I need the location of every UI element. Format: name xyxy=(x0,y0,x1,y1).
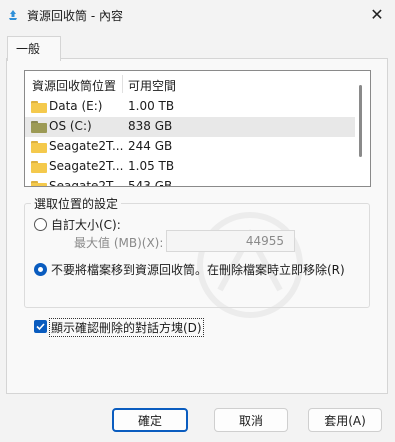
column-header-location[interactable]: 資源回收筒位置 xyxy=(32,77,116,94)
ok-button[interactable]: 確定 xyxy=(112,408,188,432)
max-size-input[interactable]: 44955 xyxy=(166,230,295,252)
confirm-delete-label[interactable]: 顯示確認刪除的對話方塊(D) xyxy=(49,318,204,337)
folder-icon xyxy=(31,121,47,133)
max-size-label: 最大值 (MB)(X): xyxy=(74,236,164,250)
window-title: 資源回收筒 - 內容 xyxy=(27,9,123,23)
checkmark-icon xyxy=(36,323,45,331)
folder-icon xyxy=(31,141,47,153)
drive-name: Data (E:) xyxy=(49,99,103,113)
max-size-value: 44955 xyxy=(245,234,284,248)
close-icon: ✕ xyxy=(370,4,384,24)
confirm-delete-checkbox[interactable] xyxy=(34,320,47,333)
list-item[interactable]: Seagate2T... 1.05 TB xyxy=(25,157,355,177)
drive-name: Seagate2T... xyxy=(49,139,124,153)
column-divider[interactable] xyxy=(122,75,123,93)
drive-name: Seagate2T... xyxy=(49,159,124,173)
list-header: 資源回收筒位置 可用空間 xyxy=(25,71,370,97)
tab-general-label: 一般 xyxy=(16,42,41,56)
list-item[interactable]: OS (C:) 838 GB xyxy=(25,117,355,137)
list-item[interactable]: Seagate2T... 543 GB xyxy=(25,177,355,187)
no-move-radio[interactable] xyxy=(34,263,47,276)
drive-free-space: 244 GB xyxy=(128,139,173,153)
recycle-bin-icon xyxy=(9,10,17,20)
folder-icon xyxy=(31,181,47,186)
group-title: 選取位置的設定 xyxy=(31,195,122,212)
drive-free-space: 838 GB xyxy=(128,119,173,133)
apply-button[interactable]: 套用(A) xyxy=(308,408,382,432)
custom-size-label[interactable]: 自訂大小(C): xyxy=(51,216,121,233)
list-item[interactable]: Data (E:) 1.00 TB xyxy=(25,97,355,117)
cancel-button-label: 取消 xyxy=(238,413,263,428)
drive-free-space: 543 GB xyxy=(128,179,173,187)
list-scrollbar[interactable] xyxy=(359,85,362,157)
drive-free-space: 1.05 TB xyxy=(128,159,175,173)
drive-name: OS (C:) xyxy=(49,119,92,133)
apply-button-label: 套用(A) xyxy=(324,413,366,428)
folder-icon xyxy=(31,101,47,113)
close-button[interactable]: ✕ xyxy=(359,0,395,28)
list-item[interactable]: Seagate2T... 244 GB xyxy=(25,137,355,157)
ok-button-label: 確定 xyxy=(137,413,162,428)
no-move-label[interactable]: 不要將檔案移到資源回收筒。在刪除檔案時立即移除(R) xyxy=(51,261,345,278)
title-bar: 資源回收筒 - 內容 ✕ xyxy=(0,0,395,30)
drive-free-space: 1.00 TB xyxy=(128,99,175,113)
custom-size-radio[interactable] xyxy=(34,218,47,231)
folder-icon xyxy=(31,161,47,173)
cancel-button[interactable]: 取消 xyxy=(214,408,288,432)
column-header-free-space[interactable]: 可用空間 xyxy=(128,77,176,94)
tab-general[interactable]: 一般 xyxy=(7,36,61,61)
drive-name: Seagate2T... xyxy=(49,179,124,187)
recycle-location-list[interactable]: 資源回收筒位置 可用空間 Data (E:) 1.00 TB OS (C:) 8… xyxy=(24,70,371,187)
